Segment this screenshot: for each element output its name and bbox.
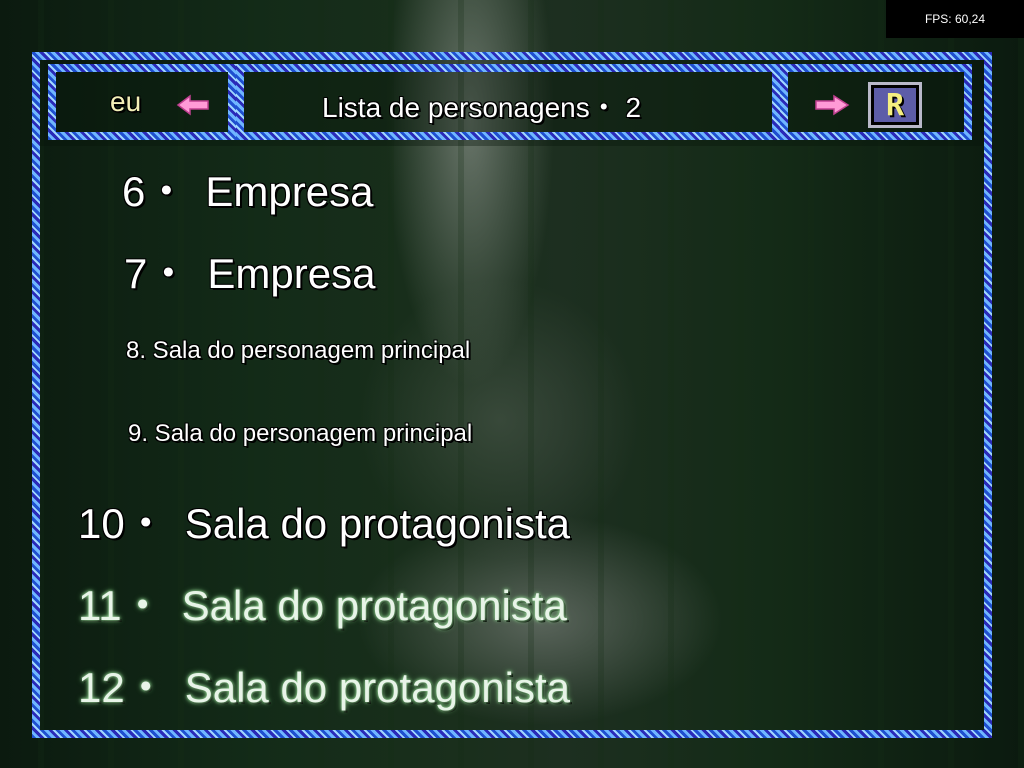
list-window-frame	[32, 52, 992, 738]
arrow-right-icon[interactable]	[814, 92, 850, 118]
list-item-label: Empresa	[205, 168, 374, 215]
arrow-left-icon[interactable]	[176, 92, 210, 118]
list-item-number: 12・	[78, 664, 167, 711]
list-item-label: Empresa	[207, 250, 376, 297]
list-item-text: 9. Sala do personagem principal	[128, 420, 473, 447]
list-item-number: 6・	[122, 168, 188, 215]
list-item-number: 11・	[78, 582, 164, 629]
list-item-number: 7・	[124, 250, 190, 297]
r-key-label: R	[885, 87, 905, 123]
list-item[interactable]: 6・ Empresa	[122, 158, 373, 219]
list-item[interactable]: 12・ Sala do protagonista	[78, 654, 570, 715]
list-item-number: 10・	[78, 500, 167, 547]
page-title: Lista de personagens・ 2	[322, 92, 642, 123]
fps-counter: FPS: 60,24	[886, 0, 1024, 38]
list-item-label: Sala do protagonista	[184, 500, 570, 547]
page-left-label: eu	[110, 86, 142, 117]
r-key-icon: R	[874, 87, 916, 123]
list-item[interactable]: 9. Sala do personagem principal	[128, 420, 472, 448]
list-item[interactable]: 8. Sala do personagem principal	[126, 337, 470, 365]
list-item[interactable]: 7・ Empresa	[124, 240, 375, 301]
list-item[interactable]: 11・ Sala do protagonista	[78, 572, 567, 633]
list-item-text: 8. Sala do personagem principal	[126, 337, 471, 364]
list-item[interactable]: 10・ Sala do protagonista	[78, 490, 570, 551]
list-item-label: Sala do protagonista	[184, 664, 570, 711]
r-key-button[interactable]: R	[868, 82, 922, 128]
list-item-label: Sala do protagonista	[181, 582, 567, 629]
